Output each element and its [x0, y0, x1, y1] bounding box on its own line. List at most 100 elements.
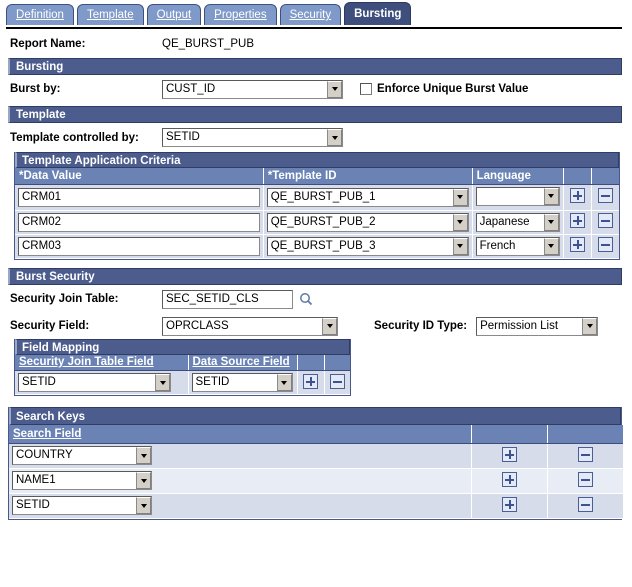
table-row: QE_BURST_PUB_1	[15, 184, 619, 211]
field-mapping-table: Security Join Table Field Data Source Fi…	[15, 354, 350, 395]
security-join-table-row: Security Join Table:	[0, 285, 632, 314]
column-header-search-field[interactable]: Search Field	[9, 425, 472, 444]
table-header-row: Search Field	[9, 425, 623, 444]
add-row-button[interactable]	[569, 237, 585, 252]
add-row-button[interactable]	[501, 471, 517, 487]
tab-template-label: Template	[86, 9, 134, 21]
cell-template-id: QE_BURST_PUB_2	[263, 210, 473, 235]
tab-output[interactable]: Output	[146, 4, 202, 25]
chevron-down-icon	[452, 188, 468, 206]
search-field-select[interactable]: NAME1	[12, 471, 152, 490]
remove-row-button[interactable]	[577, 496, 593, 512]
search-field-value: SETID	[16, 499, 50, 511]
magnifier-icon[interactable]	[299, 292, 313, 306]
table-row: NAME1	[9, 468, 623, 494]
cell-join-field: SETID	[15, 370, 189, 395]
chevron-down-icon	[136, 497, 151, 514]
column-header-data-source-field[interactable]: Data Source Field	[188, 354, 298, 371]
tab-security[interactable]: Security	[279, 4, 342, 25]
add-row-button[interactable]	[501, 496, 517, 512]
template-id-value: QE_BURST_PUB_1	[270, 190, 376, 203]
search-field-value: COUNTRY	[16, 449, 73, 461]
template-application-criteria-grid: Template Application Criteria *Data Valu…	[14, 152, 620, 260]
chevron-down-icon	[452, 237, 468, 255]
cell-data-value	[15, 184, 264, 211]
tab-template[interactable]: Template	[76, 4, 144, 25]
language-select[interactable]: French	[475, 236, 560, 256]
enforce-unique-checkbox[interactable]	[360, 83, 372, 95]
tab-bar-underline	[6, 27, 622, 29]
remove-row-button[interactable]	[577, 471, 593, 487]
security-field-row: Security Field: OPRCLASS Security ID Typ…	[0, 314, 632, 339]
add-row-button[interactable]	[569, 213, 585, 228]
cell-remove	[547, 443, 623, 469]
cell-remove	[591, 234, 619, 259]
remove-row-button[interactable]	[597, 213, 613, 228]
report-name-row: Report Name: QE_BURST_PUB	[0, 30, 632, 58]
cell-language: French	[472, 234, 564, 259]
data-source-field-value: SETID	[195, 376, 230, 388]
template-id-select[interactable]: QE_BURST_PUB_2	[266, 212, 469, 232]
template-id-value: QE_BURST_PUB_3	[270, 239, 376, 252]
language-value: French	[479, 239, 516, 252]
section-header-bursting: Bursting	[8, 58, 622, 75]
table-header-row: *Data Value *Template ID Language	[15, 168, 619, 185]
burst-by-select[interactable]: CUST_ID	[162, 79, 343, 99]
column-header-data-value: *Data Value	[15, 168, 264, 185]
template-controlled-by-select[interactable]: SETID	[162, 128, 343, 147]
tab-properties[interactable]: Properties	[204, 4, 277, 25]
template-id-select[interactable]: QE_BURST_PUB_1	[266, 187, 469, 207]
column-header-add	[563, 168, 592, 185]
security-join-table-label: Security Join Table:	[10, 293, 119, 305]
grid-title-field-mapping: Field Mapping	[15, 338, 350, 355]
data-source-field-select[interactable]: SETID	[191, 373, 293, 392]
table-row: SETID	[9, 493, 623, 519]
chevron-down-icon	[543, 187, 559, 205]
security-id-type-select[interactable]: Permission List	[476, 316, 599, 336]
search-field-value: NAME1	[16, 474, 56, 486]
language-select[interactable]	[475, 186, 560, 206]
data-value-input[interactable]	[18, 187, 260, 207]
data-value-input[interactable]	[18, 236, 260, 256]
remove-row-button[interactable]	[577, 446, 593, 462]
remove-row-button[interactable]	[597, 188, 613, 203]
add-row-button[interactable]	[501, 446, 517, 462]
grid-title-search-keys: Search Keys	[9, 407, 621, 425]
cell-add	[471, 443, 548, 469]
add-row-button[interactable]	[303, 373, 318, 389]
burst-by-label: Burst by:	[10, 83, 61, 95]
search-field-select[interactable]: COUNTRY	[12, 446, 152, 465]
tab-bursting[interactable]: Bursting	[344, 2, 412, 25]
add-row-button[interactable]	[569, 188, 585, 203]
field-mapping-grid: Field Mapping Security Join Table Field …	[14, 338, 351, 396]
security-join-table-field-select[interactable]: SETID	[18, 373, 171, 392]
column-header-remove	[324, 354, 350, 371]
language-select[interactable]: Japanese	[475, 212, 560, 232]
cell-search-field: NAME1	[9, 468, 472, 494]
cell-remove	[591, 210, 619, 235]
cell-template-id: QE_BURST_PUB_3	[263, 234, 473, 259]
tab-bursting-label: Bursting	[354, 8, 402, 20]
cell-add	[297, 370, 325, 395]
cell-source-field: SETID	[188, 370, 298, 395]
search-keys-grid: Search Keys Search Field COUNTRY NAME1 S…	[8, 407, 623, 520]
cell-template-id: QE_BURST_PUB_1	[263, 184, 473, 211]
remove-row-button[interactable]	[597, 237, 613, 252]
data-value-input[interactable]	[18, 212, 260, 232]
template-controlled-by-label: Template controlled by:	[10, 131, 139, 144]
template-id-select[interactable]: QE_BURST_PUB_3	[266, 236, 469, 256]
column-header-remove	[547, 425, 623, 444]
table-row: QE_BURST_PUB_3 French	[15, 234, 619, 259]
security-join-table-input[interactable]	[162, 289, 293, 309]
chevron-down-icon	[136, 472, 151, 489]
remove-row-button[interactable]	[329, 373, 345, 389]
cell-remove	[324, 370, 350, 395]
cell-data-value	[15, 234, 264, 259]
tab-definition[interactable]: Definition	[6, 4, 74, 25]
chevron-down-icon	[543, 213, 559, 231]
search-field-select[interactable]: SETID	[12, 496, 152, 515]
table-row: QE_BURST_PUB_2 Japanese	[15, 210, 619, 235]
security-field-select[interactable]: OPRCLASS	[162, 316, 338, 336]
cell-data-value	[15, 210, 264, 235]
column-header-security-join-table-field[interactable]: Security Join Table Field	[15, 354, 189, 371]
